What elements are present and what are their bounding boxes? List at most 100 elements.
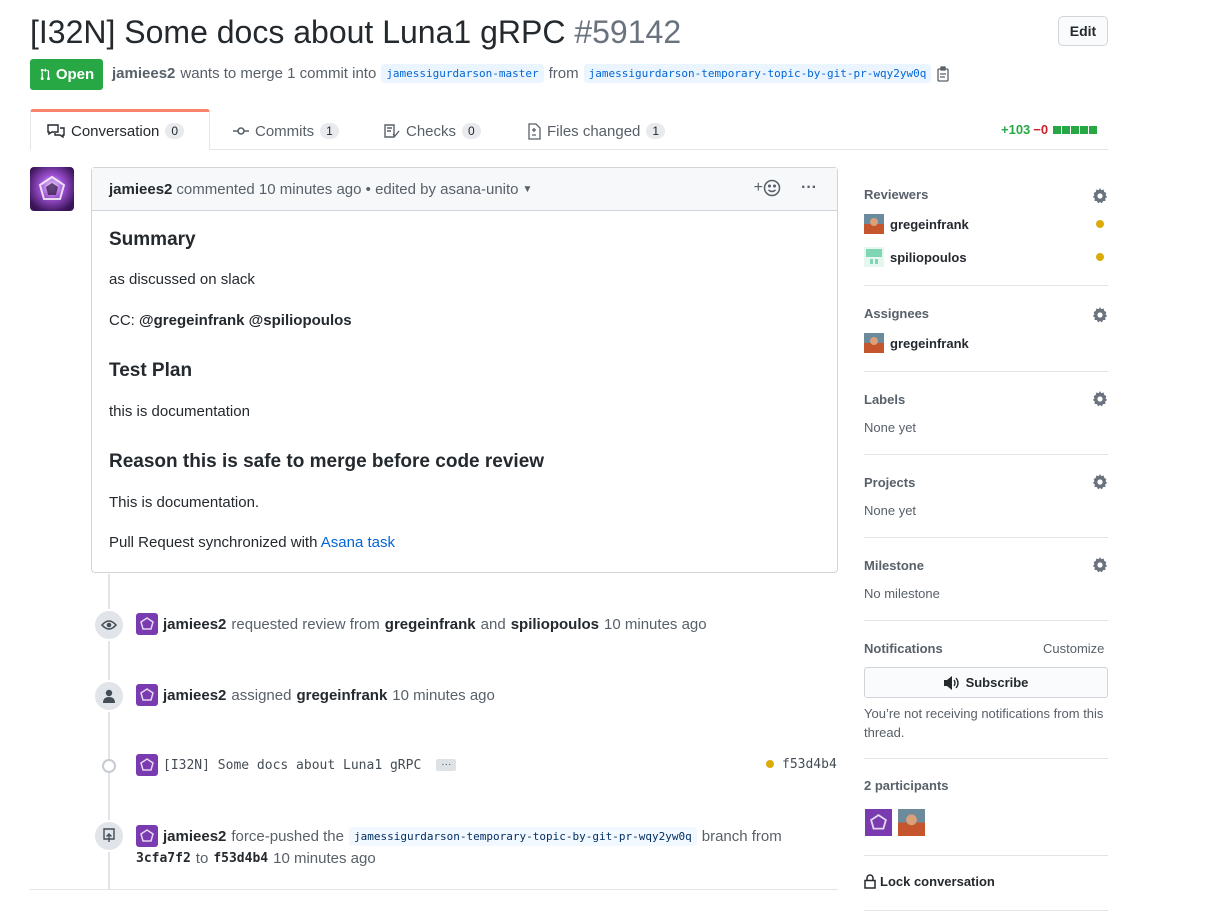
tab-conversation[interactable]: Conversation 0 <box>30 109 210 150</box>
clipboard-icon[interactable] <box>936 65 950 82</box>
event-actor[interactable]: jamiees2 <box>163 828 226 845</box>
event-user[interactable]: spiliopoulos <box>511 616 599 633</box>
commit-icon <box>102 759 116 773</box>
speaker-icon <box>943 675 959 690</box>
eye-icon <box>93 609 125 641</box>
comment-discussion-icon <box>47 124 65 139</box>
repo-push-icon <box>93 820 125 852</box>
assign-event: jamiees2 assigned gregeinfrank 10 minute… <box>136 684 495 706</box>
divider <box>864 537 1108 538</box>
reviewers-title[interactable]: Reviewers <box>864 187 928 202</box>
more-options-button[interactable]: ··· <box>801 179 817 197</box>
comment-author[interactable]: jamiees2 <box>109 181 172 198</box>
participant-avatars <box>864 809 926 836</box>
from-sha[interactable]: 3cfa7f2 <box>136 851 191 866</box>
projects-title[interactable]: Projects <box>864 475 915 490</box>
lock-icon <box>864 874 876 889</box>
event-user[interactable]: gregeinfrank <box>385 616 476 633</box>
to-sha[interactable]: f53d4b4 <box>213 851 268 866</box>
pr-title: [I32N] Some docs about Luna1 gRPC <box>30 14 566 50</box>
lock-label: Lock conversation <box>880 874 995 889</box>
event-text: requested review from <box>231 615 380 633</box>
commit-message[interactable]: [I32N] Some docs about Luna1 gRPC <box>163 758 421 773</box>
tab-label: Checks <box>406 122 457 140</box>
divider <box>864 855 1108 856</box>
avatar[interactable] <box>30 167 74 211</box>
merge-text: wants to merge 1 commit into <box>180 65 377 82</box>
person-icon <box>93 680 125 712</box>
pr-number: #59142 <box>574 14 682 50</box>
lines-removed: −0 <box>1033 122 1049 137</box>
diffstat-box <box>1053 125 1062 134</box>
avatar[interactable] <box>136 754 158 776</box>
divider <box>864 285 1108 286</box>
diffstat-box <box>1089 125 1098 134</box>
reviewer-name: gregeinfrank <box>890 216 969 232</box>
avatar[interactable] <box>136 613 158 635</box>
assignee-name: gregeinfrank <box>890 335 969 351</box>
avatar[interactable] <box>136 684 158 706</box>
pending-review-dot <box>1096 253 1104 261</box>
reviewer-name: spiliopoulos <box>890 249 967 265</box>
subscribe-button[interactable]: Subscribe <box>864 667 1108 698</box>
customize-link[interactable]: Customize <box>1043 641 1104 656</box>
gear-icon[interactable] <box>1092 188 1108 204</box>
assignee-row[interactable]: gregeinfrank <box>864 333 969 353</box>
reviewer-row[interactable]: gregeinfrank <box>864 214 969 234</box>
to-text: to <box>195 850 209 867</box>
edit-button[interactable]: Edit <box>1058 16 1108 46</box>
cc-mentions[interactable]: @gregeinfrank @spiliopoulos <box>139 312 352 329</box>
pushed-branch[interactable]: jamessigurdarson-temporary-topic-by-git-… <box>348 826 697 846</box>
tab-files-changed[interactable]: Files changed 1 <box>527 112 666 150</box>
pending-status-dot[interactable] <box>766 760 774 768</box>
divider <box>864 620 1108 621</box>
gear-icon[interactable] <box>1092 391 1108 407</box>
gear-icon[interactable] <box>1092 557 1108 573</box>
chevron-down-icon[interactable]: ▼ <box>523 184 533 195</box>
asana-task-link[interactable]: Asana task <box>321 534 395 551</box>
reason-text: This is documentation. <box>109 494 260 511</box>
gear-icon[interactable] <box>1092 307 1108 323</box>
page-title: [I32N] Some docs about Luna1 gRPC #59142 <box>30 11 681 53</box>
event-actor[interactable]: jamiees2 <box>163 687 226 704</box>
comment-box: jamiees2 commented 10 minutes ago • edit… <box>91 167 838 573</box>
sync-line: Pull Request synchronized with Asana tas… <box>109 534 395 551</box>
event-time[interactable]: 10 minutes ago <box>392 687 495 704</box>
milestone-title[interactable]: Milestone <box>864 558 924 573</box>
base-branch[interactable]: jamessigurdarson-master <box>381 64 544 83</box>
avatar[interactable] <box>864 809 893 836</box>
event-time[interactable]: 10 minutes ago <box>273 850 376 867</box>
assignees-title[interactable]: Assignees <box>864 306 929 321</box>
event-and: and <box>480 615 506 633</box>
tab-counter: 0 <box>462 123 481 139</box>
author-link[interactable]: jamiees2 <box>112 65 175 82</box>
avatar[interactable] <box>136 825 158 847</box>
avatar[interactable] <box>897 809 926 836</box>
event-actor[interactable]: jamiees2 <box>163 616 226 633</box>
summary-text: as discussed on slack <box>109 271 255 288</box>
reviewer-row[interactable]: spiliopoulos <box>864 247 967 267</box>
tab-commits[interactable]: Commits 1 <box>233 112 339 150</box>
lines-added: +103 <box>1001 122 1031 137</box>
force-push-event: jamiees2 force-pushed the jamessigurdars… <box>136 825 782 847</box>
commit-icon <box>233 127 249 135</box>
divider <box>864 454 1108 455</box>
head-branch[interactable]: jamessigurdarson-temporary-topic-by-git-… <box>583 64 932 83</box>
cc-prefix: CC: <box>109 312 135 329</box>
gear-icon[interactable] <box>1092 474 1108 490</box>
expand-commit-button[interactable]: ··· <box>436 759 457 771</box>
add-reaction-button[interactable]: + <box>754 179 781 197</box>
commit-sha[interactable]: f53d4b4 <box>782 757 837 772</box>
event-user[interactable]: gregeinfrank <box>296 687 387 704</box>
milestone-value: No milestone <box>864 586 940 601</box>
comment-meta[interactable]: commented 10 minutes ago • edited by asa… <box>176 181 518 198</box>
labels-title[interactable]: Labels <box>864 392 905 407</box>
cc-line: CC: @gregeinfrank @spiliopoulos <box>109 312 352 329</box>
divider <box>864 758 1108 759</box>
diffstat[interactable]: +103 −0 <box>1001 122 1098 137</box>
summary-heading: Summary <box>109 229 196 250</box>
tab-checks[interactable]: Checks 0 <box>384 112 481 150</box>
lock-conversation-link[interactable]: Lock conversation <box>864 874 995 889</box>
event-time[interactable]: 10 minutes ago <box>604 616 707 633</box>
status-dot <box>766 760 774 768</box>
